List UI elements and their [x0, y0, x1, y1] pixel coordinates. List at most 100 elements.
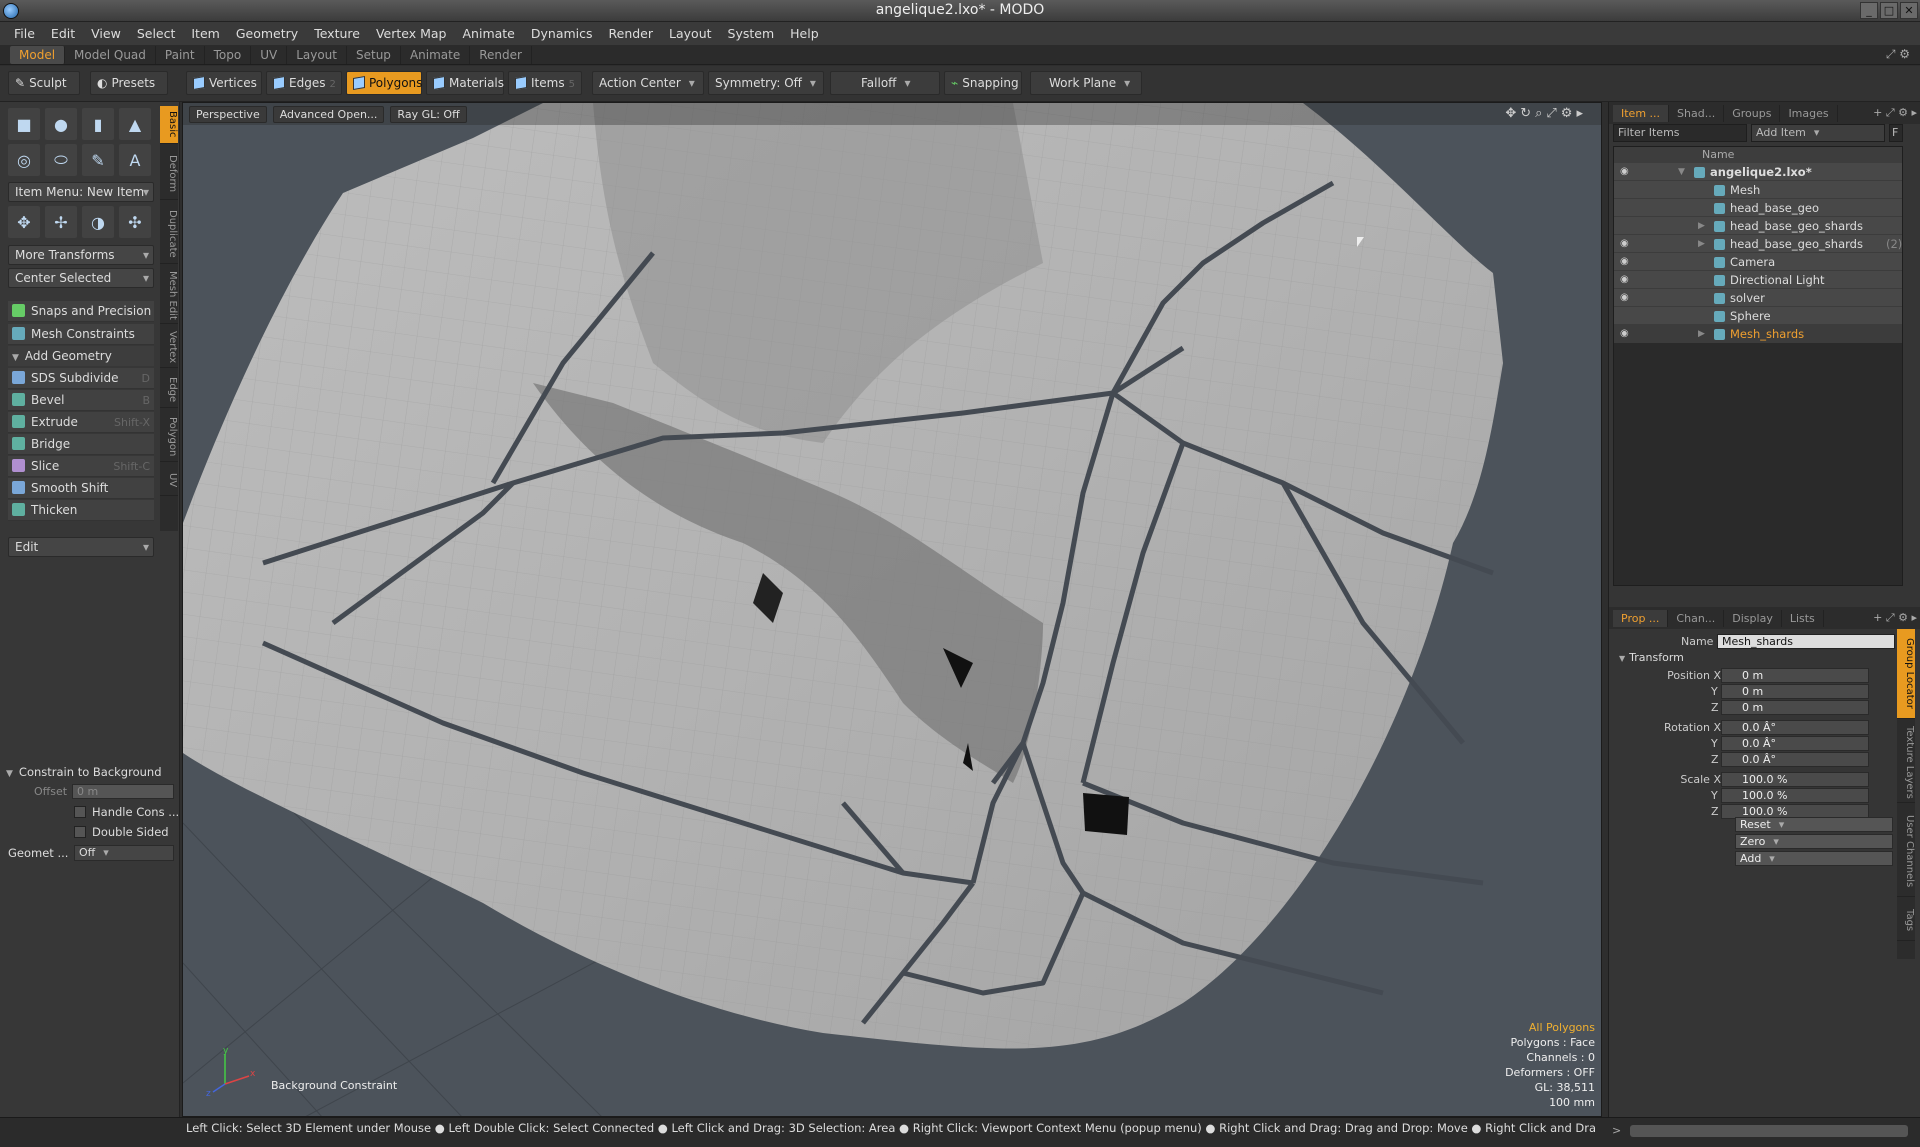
visibility-eye-icon[interactable]: ◉ [1620, 271, 1629, 289]
expand-arrow-icon[interactable]: ▶ [1698, 217, 1705, 235]
cylinder-icon[interactable]: ▮ [82, 108, 114, 140]
expand-arrow-icon[interactable]: ▶ [1698, 235, 1705, 253]
zero-dropdown[interactable]: Zero [1735, 834, 1893, 849]
command-prompt-icon[interactable]: > [1612, 1124, 1621, 1137]
reset-dropdown[interactable]: Reset [1735, 817, 1893, 832]
menu-view[interactable]: View [83, 26, 129, 41]
minimize-button[interactable]: _ [1860, 2, 1878, 19]
tree-row[interactable]: ◉ solver [1614, 289, 1902, 307]
pos-field[interactable]: 0 m [1721, 700, 1869, 715]
edit-dropdown[interactable]: Edit [8, 537, 154, 557]
work-plane-dropdown[interactable]: Work Plane [1030, 71, 1142, 95]
properties-tab-1[interactable]: Chan... [1668, 609, 1725, 627]
expand-arrow-icon[interactable]: ▶ [1698, 325, 1705, 343]
tree-row[interactable]: ◉ ▶ Mesh_shards [1614, 325, 1902, 343]
transform-gizmo-icon[interactable]: ✣ [119, 206, 151, 238]
tree-row[interactable]: ◉ Directional Light [1614, 271, 1902, 289]
layout-tab-topo[interactable]: Topo [205, 45, 252, 64]
capsule-icon[interactable]: ⬭ [45, 144, 77, 176]
3d-viewport[interactable]: Perspective Advanced Open... Ray GL: Off… [182, 102, 1602, 1117]
layout-tools-icons[interactable]: ⤢ ⚙ [1886, 47, 1910, 62]
vtab-mesh-edit[interactable]: Mesh Edit [160, 268, 178, 324]
visibility-eye-icon[interactable]: ◉ [1620, 289, 1629, 307]
rot-field[interactable]: 0.0 Â° [1721, 736, 1869, 751]
edges-mode-button[interactable]: Edges 2 [266, 71, 342, 95]
tool-smooth-shift[interactable]: Smooth Shift [8, 478, 154, 499]
item-menu-dropdown[interactable]: Item Menu: New Item [8, 182, 154, 202]
handle-cons-checkbox[interactable]: Handle Cons ... [74, 805, 179, 819]
vtab-polygon[interactable]: Polygon [160, 412, 178, 462]
cube-icon[interactable]: ■ [8, 108, 40, 140]
menu-vertex-map[interactable]: Vertex Map [368, 26, 455, 41]
pos-field[interactable]: 0 m [1721, 684, 1869, 699]
items-mode-button[interactable]: Items 5 [508, 71, 582, 95]
scale-field[interactable]: 100.0 % [1721, 772, 1869, 787]
command-scrollbar[interactable] [1630, 1125, 1908, 1137]
pen-icon[interactable]: ✎ [82, 144, 114, 176]
text-icon[interactable]: A [119, 144, 151, 176]
scale-field[interactable]: 100.0 % [1721, 788, 1869, 803]
menu-edit[interactable]: Edit [43, 26, 83, 41]
raygl-button[interactable]: Ray GL: Off [390, 105, 467, 123]
tool-thicken[interactable]: Thicken [8, 500, 154, 521]
menu-render[interactable]: Render [601, 26, 662, 41]
maximize-button[interactable]: □ [1880, 2, 1898, 19]
name-column-header[interactable]: Name [1702, 147, 1734, 163]
item-name-field[interactable]: Mesh_shards [1717, 634, 1895, 649]
tree-row[interactable]: head_base_geo [1614, 199, 1902, 217]
offset-field[interactable]: 0 m [72, 784, 174, 799]
menu-item[interactable]: Item [183, 26, 227, 41]
tool-bridge[interactable]: Bridge [8, 434, 154, 455]
tree-row[interactable]: ◉ Camera [1614, 253, 1902, 271]
side-tab-user-channels[interactable]: User Channels [1897, 807, 1915, 897]
layout-tab-animate[interactable]: Animate [401, 45, 471, 64]
menu-select[interactable]: Select [129, 26, 184, 41]
rot-field[interactable]: 0.0 Â° [1721, 720, 1869, 735]
menu-dynamics[interactable]: Dynamics [523, 26, 601, 41]
geomet-dropdown[interactable]: Off [74, 845, 174, 861]
pos-field[interactable]: 0 m [1721, 668, 1869, 683]
cone-icon[interactable]: ▲ [119, 108, 151, 140]
layout-tab-layout[interactable]: Layout [287, 45, 347, 64]
menu-help[interactable]: Help [782, 26, 827, 41]
polygons-mode-button[interactable]: Polygons [346, 71, 422, 95]
panel-options-icons[interactable]: + ⤢ ⚙ ▸ [1873, 611, 1917, 625]
layout-tab-paint[interactable]: Paint [156, 45, 205, 64]
vtab-uv[interactable]: UV [160, 466, 178, 496]
tree-row[interactable]: ◉ ▶ head_base_geo_shards (2) [1614, 235, 1902, 253]
falloff-dropdown[interactable]: Falloff [830, 71, 940, 95]
menu-system[interactable]: System [720, 26, 783, 41]
vtab-deform[interactable]: Deform [160, 148, 178, 200]
snaps-precision-button[interactable]: Snaps and Precision [8, 301, 154, 322]
tree-row[interactable]: Mesh [1614, 181, 1902, 199]
sphere-icon[interactable]: ● [45, 108, 77, 140]
layout-tab-render[interactable]: Render [470, 45, 532, 64]
tool-extrude[interactable]: Extrude Shift-X [8, 412, 154, 433]
item-list-tab-2[interactable]: Groups [1724, 104, 1781, 122]
more-transforms-dropdown[interactable]: More Transforms [8, 245, 154, 265]
properties-tab-0[interactable]: Prop ... [1613, 609, 1669, 627]
filter-items-input[interactable]: Filter Items [1613, 124, 1747, 142]
advanced-opengl-button[interactable]: Advanced Open... [272, 105, 385, 123]
tree-row[interactable]: Sphere [1614, 307, 1902, 325]
rotate-gizmo-icon[interactable]: ✢ [45, 206, 77, 238]
menu-texture[interactable]: Texture [306, 26, 368, 41]
properties-tab-3[interactable]: Lists [1782, 609, 1824, 627]
layout-tab-model-quad[interactable]: Model Quad [65, 45, 156, 64]
side-tab-tags[interactable]: Tags [1897, 901, 1915, 941]
transform-section[interactable]: ▼ Transform [1619, 651, 1684, 664]
scale-gizmo-icon[interactable]: ◑ [82, 206, 114, 238]
filter-options-icon[interactable]: F [1889, 124, 1903, 142]
side-tab-texture-layers[interactable]: Texture Layers [1897, 723, 1915, 803]
tool-slice[interactable]: Slice Shift-C [8, 456, 154, 477]
menu-file[interactable]: File [6, 26, 43, 41]
perspective-button[interactable]: Perspective [189, 105, 267, 123]
add-item-dropdown[interactable]: Add Item [1751, 124, 1885, 142]
center-selected-dropdown[interactable]: Center Selected [8, 268, 154, 288]
mesh-render[interactable] [183, 103, 1602, 1117]
vtab-duplicate[interactable]: Duplicate [160, 204, 178, 264]
add-dropdown[interactable]: Add [1735, 851, 1893, 866]
double-sided-checkbox[interactable]: Double Sided [74, 825, 169, 839]
tree-row[interactable]: ◉ ▼ angelique2.lxo* [1614, 163, 1902, 181]
vtab-edge[interactable]: Edge [160, 372, 178, 408]
